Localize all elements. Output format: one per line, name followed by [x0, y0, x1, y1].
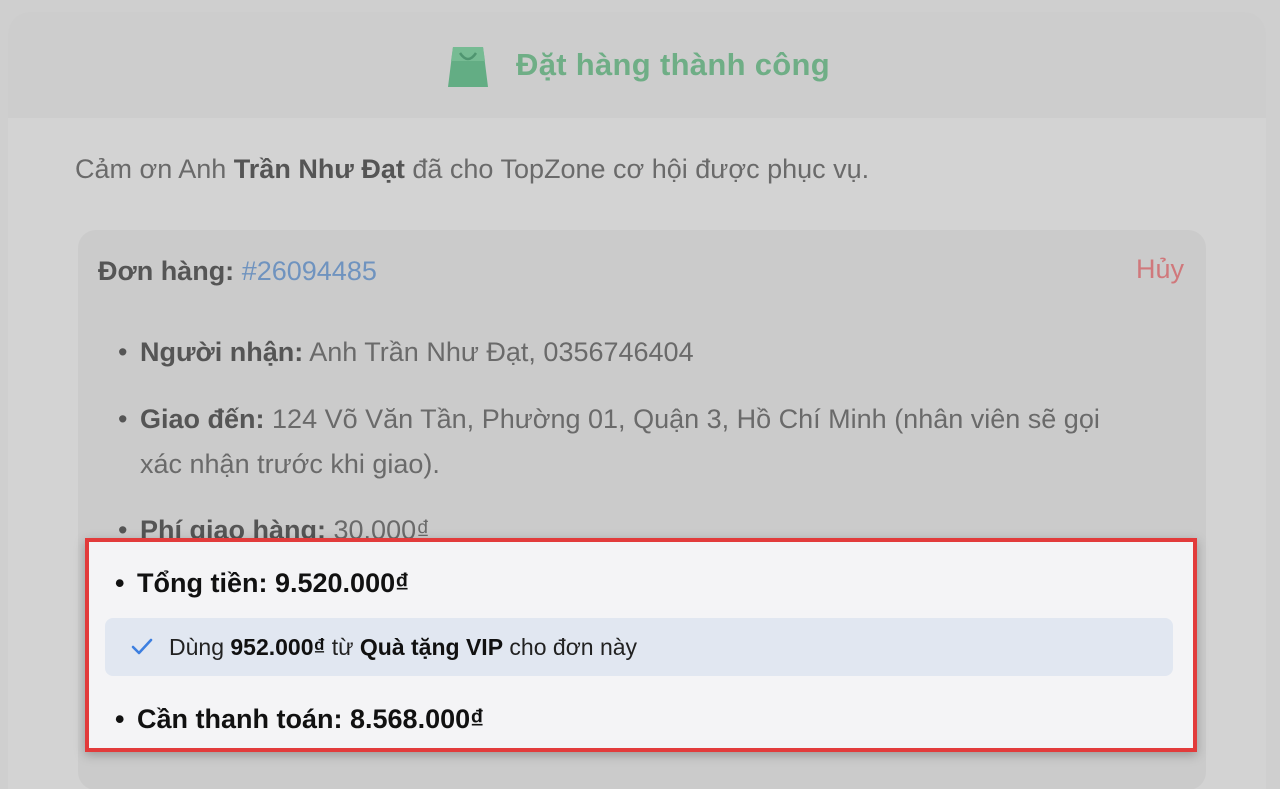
vip-prefix: Dùng: [169, 633, 231, 660]
thanks-suffix: đã cho TopZone cơ hội được phục vụ.: [404, 154, 870, 184]
thank-you-message: Cảm ơn Anh Trần Như Đạt đã cho TopZone c…: [75, 154, 869, 185]
total-value: 9.520.000₫: [274, 568, 409, 598]
recipient-label: Người nhận:: [140, 337, 304, 367]
total-row: • Tổng tiền: 9.520.000₫: [115, 568, 409, 599]
bullet: •: [118, 404, 128, 434]
customer-name: Trần Như Đạt: [233, 154, 405, 184]
card-header: Đặt hàng thành công: [8, 12, 1266, 118]
total-label: Tổng tiền:: [137, 568, 268, 598]
vip-middle: từ: [325, 633, 360, 660]
vip-suffix: cho đơn này: [503, 633, 638, 660]
vip-source: Quà tặng VIP: [359, 633, 504, 660]
delivery-item: • Giao đến: 124 Võ Văn Tần, Phường 01, Q…: [118, 397, 1138, 487]
delivery-value: 124 Võ Văn Tần, Phường 01, Quận 3, Hồ Ch…: [140, 404, 1100, 479]
delivery-label: Giao đến:: [140, 404, 265, 434]
amount-due-row: • Cần thanh toán: 8.568.000₫: [115, 704, 484, 735]
bullet: •: [115, 704, 125, 734]
amount-due-value: 8.568.000₫: [350, 704, 484, 734]
cancel-order-button[interactable]: Hủy: [1136, 254, 1184, 285]
page: Đặt hàng thành công Cảm ơn Anh Trần Như …: [0, 0, 1280, 789]
vip-discount-notice: Dùng 952.000₫ từ Quà tặng VIP cho đơn nà…: [105, 618, 1173, 676]
amount-due-label: Cần thanh toán:: [137, 704, 343, 734]
recipient-text: Người nhận: Anh Trần Như Đạt, 0356746404: [140, 330, 694, 375]
bullet: •: [118, 337, 128, 367]
recipient-value: Anh Trần Như Đạt, 0356746404: [309, 337, 694, 367]
bullet: •: [115, 568, 125, 598]
vip-discount-text: Dùng 952.000₫ từ Quà tặng VIP cho đơn nà…: [169, 634, 637, 661]
shopping-bag-icon: [444, 40, 492, 90]
delivery-text: Giao đến: 124 Võ Văn Tần, Phường 01, Quậ…: [140, 397, 1138, 487]
order-number-line: Đơn hàng: #26094485: [98, 256, 377, 287]
recipient-item: • Người nhận: Anh Trần Như Đạt, 03567464…: [118, 330, 1138, 375]
order-label: Đơn hàng:: [98, 256, 235, 286]
payment-summary-highlight: • Tổng tiền: 9.520.000₫ Dùng 952.000₫ từ …: [85, 538, 1197, 752]
thanks-prefix: Cảm ơn Anh: [75, 154, 234, 184]
page-title: Đặt hàng thành công: [516, 47, 830, 82]
check-icon: [131, 637, 153, 657]
vip-amount: 952.000₫: [230, 633, 326, 660]
order-id-link[interactable]: #26094485: [242, 256, 377, 286]
